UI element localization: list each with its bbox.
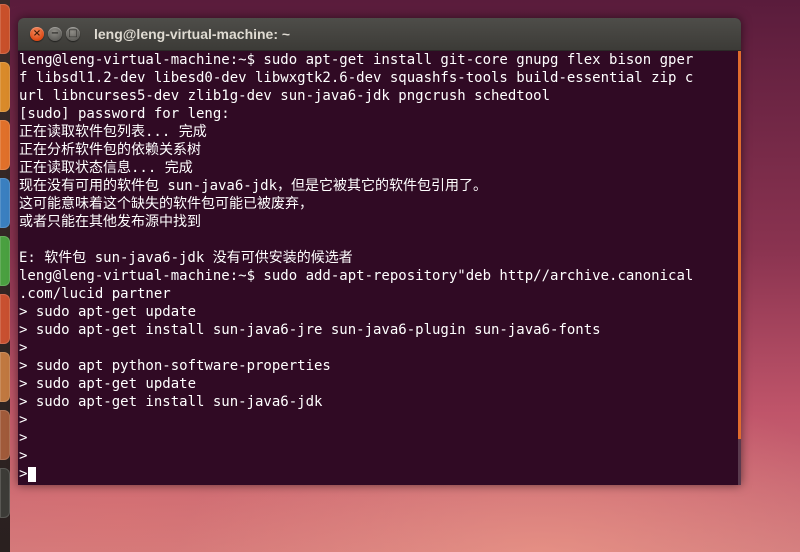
- unity-launcher: [0, 0, 10, 552]
- terminal-line: > sudo apt-get update: [19, 304, 197, 320]
- window-titlebar[interactable]: × − □ leng@leng-virtual-machine: ~: [18, 18, 741, 51]
- terminal-line: >: [19, 466, 28, 482]
- launcher-app-icon[interactable]: [0, 236, 10, 286]
- close-button[interactable]: ×: [30, 27, 44, 41]
- terminal-scrollbar[interactable]: [738, 51, 741, 485]
- terminal-line: > sudo apt python-software-properties: [19, 358, 331, 374]
- terminal-line: E: 软件包 sun-java6-jdk 没有可供安装的候选者: [19, 250, 353, 266]
- terminal-line: [sudo] password for leng:: [19, 106, 230, 122]
- launcher-files-icon[interactable]: [0, 62, 10, 112]
- window-title: leng@leng-virtual-machine: ~: [94, 26, 291, 42]
- scrollbar-thumb[interactable]: [738, 51, 741, 439]
- terminal-line: >: [19, 412, 28, 428]
- launcher-app-icon[interactable]: [0, 178, 10, 228]
- terminal-line: >: [19, 340, 28, 356]
- terminal-cursor: [28, 467, 36, 482]
- terminal-line: 或者只能在其他发布源中找到: [19, 214, 201, 230]
- terminal-line: >: [19, 448, 28, 464]
- terminal-line: 这可能意味着这个缺失的软件包可能已被废弃，: [19, 196, 313, 212]
- launcher-terminal-icon[interactable]: [0, 468, 10, 518]
- terminal-line: > sudo apt-get install sun-java6-jdk: [19, 394, 323, 410]
- maximize-button[interactable]: □: [66, 27, 80, 41]
- terminal-line: 现在没有可用的软件包 sun-java6-jdk，但是它被其它的软件包引用了。: [19, 178, 488, 194]
- terminal-line: f libsdl1.2-dev libesd0-dev libwxgtk2.6-…: [19, 70, 694, 86]
- terminal-line: > sudo apt-get install sun-java6-jre sun…: [19, 322, 601, 338]
- terminal-line: 正在分析软件包的依赖关系树: [19, 142, 201, 158]
- launcher-office-icon[interactable]: [0, 294, 10, 344]
- terminal-output[interactable]: leng@leng-virtual-machine:~$ sudo apt-ge…: [18, 51, 738, 485]
- terminal-window[interactable]: × − □ leng@leng-virtual-machine: ~ leng@…: [18, 18, 741, 485]
- terminal-line: .com/lucid partner: [19, 286, 171, 302]
- terminal-line: leng@leng-virtual-machine:~$ sudo apt-ge…: [19, 52, 694, 68]
- launcher-office-icon[interactable]: [0, 352, 10, 402]
- launcher-dash-icon[interactable]: [0, 4, 10, 54]
- terminal-line: 正在读取状态信息... 完成: [19, 160, 193, 176]
- launcher-software-center-icon[interactable]: [0, 410, 10, 460]
- terminal-line: url libncurses5-dev zlib1g-dev sun-java6…: [19, 88, 551, 104]
- terminal-line: > sudo apt-get update: [19, 376, 197, 392]
- launcher-firefox-icon[interactable]: [0, 120, 10, 170]
- terminal-line: >: [19, 430, 28, 446]
- terminal-line: 正在读取软件包列表... 完成: [19, 124, 207, 140]
- minimize-button[interactable]: −: [48, 27, 62, 41]
- terminal-line: leng@leng-virtual-machine:~$ sudo add-ap…: [19, 268, 694, 284]
